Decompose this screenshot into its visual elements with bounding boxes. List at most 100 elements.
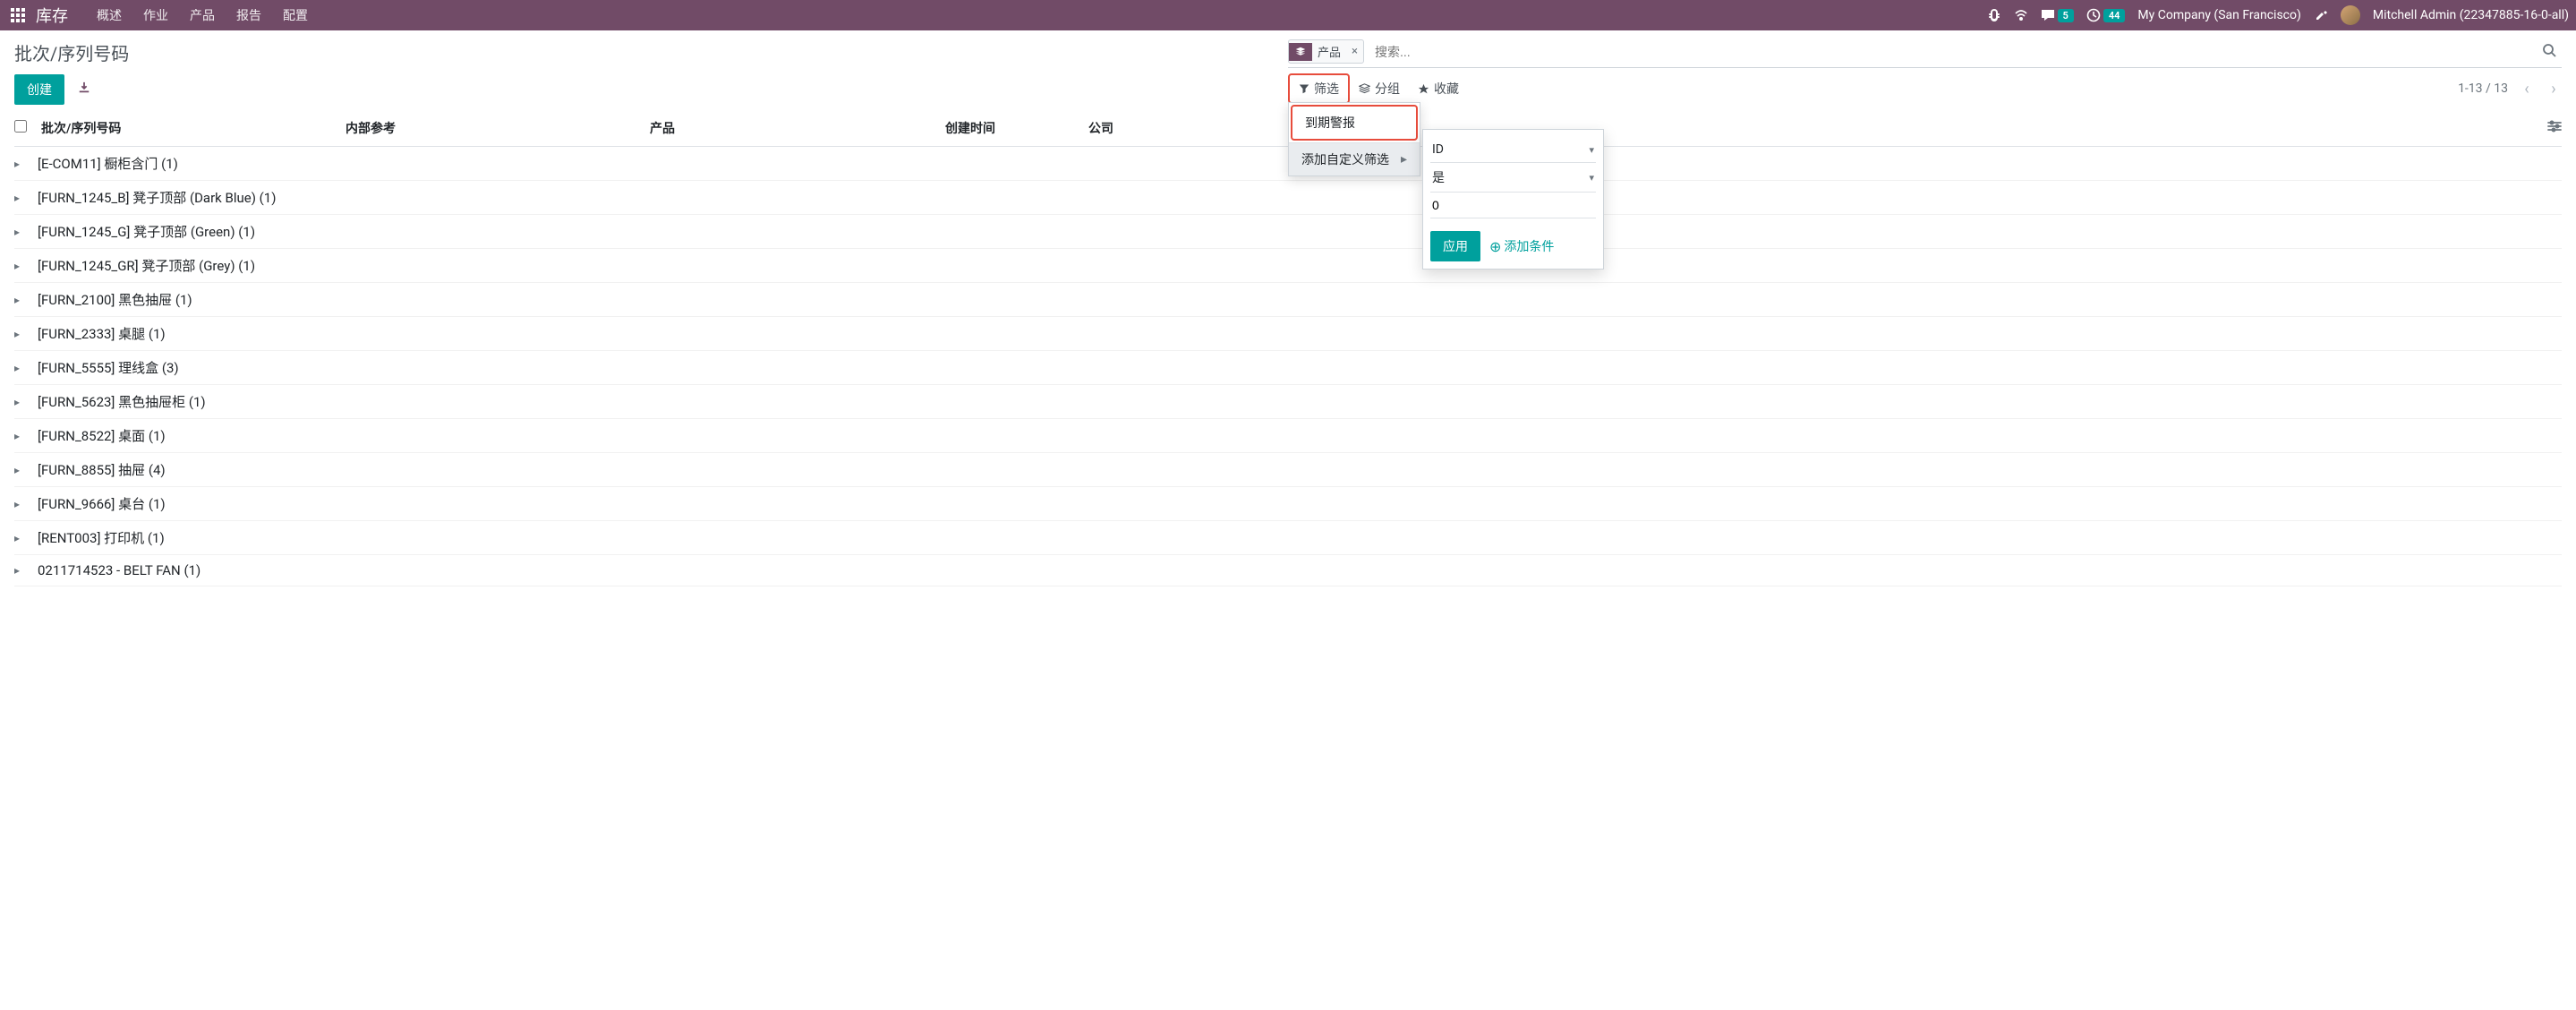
layers-icon xyxy=(1359,83,1370,95)
navbar-right: 5 44 My Company (San Francisco) Mitchell… xyxy=(1987,5,2569,25)
group-row[interactable]: ▸[FURN_1245_G] 凳子顶部 (Green) (1) xyxy=(14,215,2562,249)
col-lot[interactable]: 批次/序列号码 xyxy=(41,119,345,137)
import-icon[interactable] xyxy=(78,81,90,98)
pager: 1-13 / 13 ‹ › xyxy=(2458,81,2562,97)
favorites-label: 收藏 xyxy=(1434,80,1459,98)
filter-item-expiry-alert[interactable]: 到期警报 xyxy=(1291,105,1418,141)
group-row[interactable]: ▸[FURN_1245_B] 凳子顶部 (Dark Blue) (1) xyxy=(14,181,2562,215)
company-switcher[interactable]: My Company (San Francisco) xyxy=(2137,8,2300,22)
navbar: 库存 概述 作业 产品 报告 配置 5 44 My Company (San F… xyxy=(0,0,2576,30)
menu-configuration[interactable]: 配置 xyxy=(272,6,319,24)
group-label: 0211714523 - BELT FAN (1) xyxy=(29,562,200,578)
avatar[interactable] xyxy=(2341,5,2360,25)
group-label: [FURN_1245_GR] 凳子顶部 (Grey) (1) xyxy=(29,256,255,275)
group-row[interactable]: ▸[FURN_8855] 抽屉 (4) xyxy=(14,453,2562,487)
search-icon[interactable] xyxy=(2537,43,2562,61)
group-row[interactable]: ▸[RENT003] 打印机 (1) xyxy=(14,521,2562,555)
group-label: [FURN_2333] 桌腿 (1) xyxy=(29,324,166,343)
select-all-checkbox[interactable] xyxy=(14,120,27,133)
group-row[interactable]: ▸[FURN_2100] 黑色抽屉 (1) xyxy=(14,283,2562,317)
pager-range: 1-13 / 13 xyxy=(2458,81,2508,96)
group-label: [FURN_1245_B] 凳子顶部 (Dark Blue) (1) xyxy=(29,188,276,207)
caret-right-icon: ▸ xyxy=(14,226,29,238)
control-panel: 批次/序列号码 创建 产品 × xyxy=(0,30,2576,110)
custom-filter-value-input[interactable] xyxy=(1430,193,1596,218)
group-row[interactable]: ▸0211714523 - BELT FAN (1) xyxy=(14,555,2562,586)
filter-item-add-custom[interactable]: 添加自定义筛选 xyxy=(1289,143,1420,175)
apps-icon[interactable] xyxy=(11,8,25,22)
pager-prev[interactable]: ‹ xyxy=(2519,81,2535,97)
search-options: 筛选 分组 收藏 xyxy=(1288,73,1468,104)
custom-filter-actions: 应用 添加条件 xyxy=(1430,231,1596,261)
caret-right-icon: ▸ xyxy=(14,564,29,577)
navbar-left: 库存 概述 作业 产品 报告 配置 xyxy=(7,4,319,27)
filter-label: 筛选 xyxy=(1314,80,1339,98)
add-condition-button[interactable]: 添加条件 xyxy=(1489,237,1554,255)
group-label: [FURN_5555] 理线盒 (3) xyxy=(29,358,179,377)
debug-icon[interactable] xyxy=(1987,8,2001,22)
rows-container: ▸[E-COM11] 橱柜含门 (1)▸[FURN_1245_B] 凳子顶部 (… xyxy=(14,147,2562,586)
group-label: [FURN_5623] 黑色抽屉柜 (1) xyxy=(29,392,206,411)
facet-remove[interactable]: × xyxy=(1346,45,1363,58)
user-name[interactable]: Mitchell Admin (22347885-16-0-all) xyxy=(2373,8,2569,22)
messages-badge: 5 xyxy=(2058,9,2074,22)
group-label: [FURN_1245_G] 凳子顶部 (Green) (1) xyxy=(29,222,255,241)
caret-right-icon: ▸ xyxy=(14,260,29,272)
search-facet: 产品 × xyxy=(1288,39,1364,64)
activities-icon[interactable]: 44 xyxy=(2086,8,2126,22)
caret-right-icon: ▸ xyxy=(14,430,29,442)
pager-next[interactable]: › xyxy=(2546,81,2562,97)
group-label: [FURN_8522] 桌面 (1) xyxy=(29,426,166,445)
group-label: [FURN_9666] 桌台 (1) xyxy=(29,494,166,513)
filter-dropdown: 到期警报 添加自定义筛选 xyxy=(1288,102,1420,176)
funnel-icon xyxy=(1299,83,1309,94)
col-checkbox xyxy=(14,120,41,136)
activities-badge: 44 xyxy=(2103,9,2126,22)
layers-icon xyxy=(1289,43,1312,61)
col-created-on[interactable]: 创建时间 xyxy=(945,119,1088,137)
search-input[interactable] xyxy=(1369,41,2537,63)
group-label: [E-COM11] 橱柜含门 (1) xyxy=(29,154,178,173)
menu-operations[interactable]: 作业 xyxy=(132,6,179,24)
caret-right-icon: ▸ xyxy=(14,498,29,510)
favorites-button[interactable]: 收藏 xyxy=(1409,75,1468,102)
menu-reporting[interactable]: 报告 xyxy=(226,6,272,24)
custom-filter-field-select[interactable]: ID xyxy=(1430,137,1596,163)
group-row[interactable]: ▸[FURN_2333] 桌腿 (1) xyxy=(14,317,2562,351)
caret-right-icon: ▸ xyxy=(14,362,29,374)
custom-filter-popup: ID 是 应用 添加条件 xyxy=(1422,129,1604,270)
cp-bottom-right: 筛选 分组 收藏 1-13 / 13 ‹ › 到期警报 xyxy=(1288,73,2562,104)
caret-right-icon: ▸ xyxy=(14,294,29,306)
custom-filter-operator-select[interactable]: 是 xyxy=(1430,163,1596,193)
app-brand[interactable]: 库存 xyxy=(36,4,68,27)
menu-overview[interactable]: 概述 xyxy=(86,6,132,24)
facet-label: 产品 xyxy=(1312,40,1346,63)
searchview: 产品 × xyxy=(1288,39,2562,68)
groupby-button[interactable]: 分组 xyxy=(1350,75,1409,102)
groupby-label: 分组 xyxy=(1375,80,1400,98)
menu-products[interactable]: 产品 xyxy=(179,6,226,24)
sliders-icon[interactable] xyxy=(2547,120,2562,136)
wifi-icon[interactable] xyxy=(2014,8,2028,22)
group-label: [FURN_2100] 黑色抽屉 (1) xyxy=(29,290,192,309)
caret-right-icon: ▸ xyxy=(14,532,29,544)
filter-button[interactable]: 筛选 xyxy=(1288,73,1350,104)
caret-right-icon: ▸ xyxy=(14,464,29,476)
col-expand xyxy=(2535,120,2562,136)
tools-icon[interactable] xyxy=(2314,8,2328,22)
star-icon xyxy=(1418,83,1429,95)
group-row[interactable]: ▸[FURN_1245_GR] 凳子顶部 (Grey) (1) xyxy=(14,249,2562,283)
col-internal-ref[interactable]: 内部参考 xyxy=(345,119,650,137)
messages-icon[interactable]: 5 xyxy=(2041,8,2074,22)
group-row[interactable]: ▸[FURN_5623] 黑色抽屉柜 (1) xyxy=(14,385,2562,419)
list-view: 批次/序列号码 内部参考 产品 创建时间 公司 ▸[E-COM11] 橱柜含门 … xyxy=(0,110,2576,586)
caret-right-icon: ▸ xyxy=(14,158,29,170)
group-row[interactable]: ▸[FURN_5555] 理线盒 (3) xyxy=(14,351,2562,385)
breadcrumb: 批次/序列号码 xyxy=(14,39,1288,65)
apply-button[interactable]: 应用 xyxy=(1430,231,1480,261)
group-row[interactable]: ▸[FURN_9666] 桌台 (1) xyxy=(14,487,2562,521)
col-product[interactable]: 产品 xyxy=(650,119,945,137)
create-button[interactable]: 创建 xyxy=(14,74,64,105)
caret-right-icon: ▸ xyxy=(14,192,29,204)
group-row[interactable]: ▸[FURN_8522] 桌面 (1) xyxy=(14,419,2562,453)
